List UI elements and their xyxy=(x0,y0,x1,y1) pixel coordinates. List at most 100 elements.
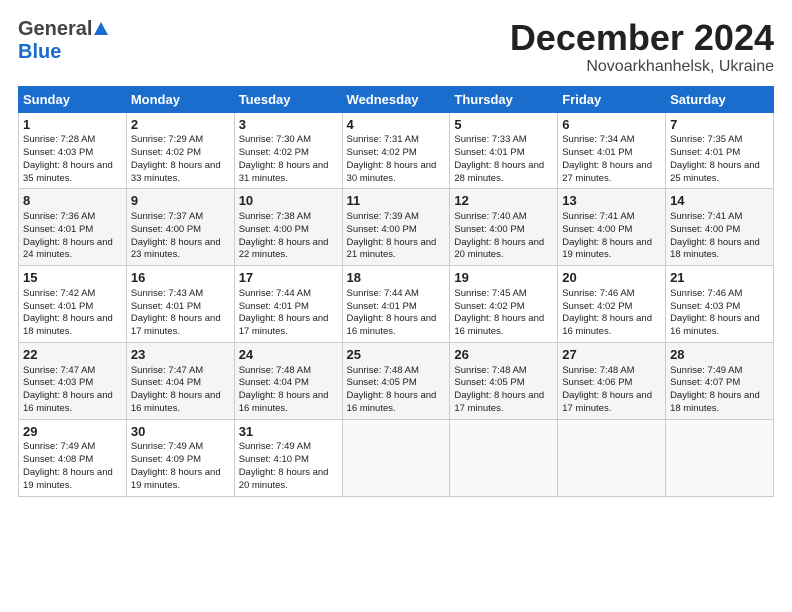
daylight-label: Daylight: 8 hours and 20 minutes. xyxy=(454,237,544,261)
daylight-label: Daylight: 8 hours and 27 minutes. xyxy=(562,160,652,184)
table-row: 23Sunrise: 7:47 AMSunset: 4:04 PM Dayligh… xyxy=(126,342,234,419)
table-row: 20Sunrise: 7:46 AM Sunset: 4:02 PMDayligh… xyxy=(558,266,666,343)
sunset-label: Sunset: 4:01 PM xyxy=(454,147,524,158)
daylight-label: Daylight: 8 hours and 17 minutes. xyxy=(562,390,652,414)
sunset-label: Sunset: 4:04 PM xyxy=(131,377,201,388)
daylight-label: Daylight: 8 hours and 17 minutes. xyxy=(239,313,329,337)
daylight-label: Daylight: 8 hours and 19 minutes. xyxy=(131,467,221,491)
day-number: 10 xyxy=(239,192,338,210)
daylight-label: Daylight: 8 hours and 20 minutes. xyxy=(239,467,329,491)
sunset-label: Sunset: 4:00 PM xyxy=(131,224,201,235)
calendar-table: Sunday Monday Tuesday Wednesday Thursday… xyxy=(18,86,774,497)
day-number: 5 xyxy=(454,116,553,134)
daylight-label: Daylight: 8 hours and 19 minutes. xyxy=(562,237,652,261)
day-number: 20 xyxy=(562,269,661,287)
sunrise-label: Sunrise: 7:34 AM xyxy=(562,134,634,145)
day-number: 8 xyxy=(23,192,122,210)
daylight-label: Daylight: 8 hours and 31 minutes. xyxy=(239,160,329,184)
sunset-label: Sunset: 4:02 PM xyxy=(239,147,309,158)
sunrise-label: Sunrise: 7:48 AM xyxy=(454,365,526,376)
table-row: 16Sunrise: 7:43 AMSunset: 4:01 PMDayligh… xyxy=(126,266,234,343)
col-friday: Friday xyxy=(558,86,666,112)
sunset-label: Sunset: 4:04 PM xyxy=(239,377,309,388)
calendar-week-row: 15Sunrise: 7:42 AM Sunset: 4:01 PM Dayligh… xyxy=(19,266,774,343)
sunrise-label: Sunrise: 7:47 AM xyxy=(131,365,203,376)
table-row: 8Sunrise: 7:36 AMSunset: 4:01 PMDaylight… xyxy=(19,189,127,266)
sunrise-label: Sunrise: 7:49 AM xyxy=(670,365,742,376)
day-number: 11 xyxy=(347,192,446,210)
sunset-label: Sunset: 4:02 PM xyxy=(454,301,524,312)
day-number: 6 xyxy=(562,116,661,134)
sunset-label: Sunset: 4:03 PM xyxy=(670,301,740,312)
table-row: 12Sunrise: 7:40 AM Sunset: 4:00 PM Dayligh… xyxy=(450,189,558,266)
daylight-label: Daylight: 8 hours and 18 minutes. xyxy=(23,313,113,337)
sunrise-label: Sunrise: 7:29 AM xyxy=(131,134,203,145)
sunset-label: Sunset: 4:00 PM xyxy=(454,224,524,235)
table-row: 19Sunrise: 7:45 AMSunset: 4:02 PMDayligh… xyxy=(450,266,558,343)
table-row: 10Sunrise: 7:38 AMSunset: 4:00 PMDayligh… xyxy=(234,189,342,266)
table-row: 5Sunrise: 7:33 AMSunset: 4:01 PMDaylight… xyxy=(450,112,558,189)
sunrise-label: Sunrise: 7:30 AM xyxy=(239,134,311,145)
title-area: December 2024 Novoarkhanhelsk, Ukraine xyxy=(510,18,774,76)
calendar-week-row: 1Sunrise: 7:28 AMSunset: 4:03 PMDaylight… xyxy=(19,112,774,189)
sunset-label: Sunset: 4:08 PM xyxy=(23,454,93,465)
sunrise-label: Sunrise: 7:40 AM xyxy=(454,211,526,222)
sunrise-label: Sunrise: 7:46 AM xyxy=(562,288,634,299)
sunrise-label: Sunrise: 7:47 AM xyxy=(23,365,95,376)
col-sunday: Sunday xyxy=(19,86,127,112)
sunset-label: Sunset: 4:01 PM xyxy=(562,147,632,158)
day-number: 4 xyxy=(347,116,446,134)
sunrise-label: Sunrise: 7:35 AM xyxy=(670,134,742,145)
day-number: 27 xyxy=(562,346,661,364)
table-row: 18Sunrise: 7:44 AMSunset: 4:01 PMDayligh… xyxy=(342,266,450,343)
day-number: 16 xyxy=(131,269,230,287)
day-number: 12 xyxy=(454,192,553,210)
sunrise-label: Sunrise: 7:37 AM xyxy=(131,211,203,222)
table-row: 27Sunrise: 7:48 AMSunset: 4:06 PMDayligh… xyxy=(558,342,666,419)
day-number: 18 xyxy=(347,269,446,287)
daylight-label: Daylight: 8 hours and 22 minutes. xyxy=(239,237,329,261)
table-row: 21Sunrise: 7:46 AMSunset: 4:03 PMDayligh… xyxy=(666,266,774,343)
sunset-label: Sunset: 4:02 PM xyxy=(562,301,632,312)
table-row: 26Sunrise: 7:48 AMSunset: 4:05 PMDayligh… xyxy=(450,342,558,419)
sunrise-label: Sunrise: 7:36 AM xyxy=(23,211,95,222)
daylight-label: Daylight: 8 hours and 16 minutes. xyxy=(454,313,544,337)
sunset-label: Sunset: 4:07 PM xyxy=(670,377,740,388)
sunrise-label: Sunrise: 7:48 AM xyxy=(239,365,311,376)
day-number: 9 xyxy=(131,192,230,210)
sunrise-label: Sunrise: 7:42 AM xyxy=(23,288,95,299)
table-row: 9Sunrise: 7:37 AMSunset: 4:00 PMDaylight… xyxy=(126,189,234,266)
sunrise-label: Sunrise: 7:41 AM xyxy=(670,211,742,222)
sunset-label: Sunset: 4:01 PM xyxy=(347,301,417,312)
table-row: 1Sunrise: 7:28 AMSunset: 4:03 PMDaylight… xyxy=(19,112,127,189)
sunset-label: Sunset: 4:01 PM xyxy=(23,224,93,235)
day-number: 15 xyxy=(23,269,122,287)
daylight-label: Daylight: 8 hours and 25 minutes. xyxy=(670,160,760,184)
page: General Blue December 2024 Novoarkhanhel… xyxy=(0,0,792,612)
table-row: 7Sunrise: 7:35 AMSunset: 4:01 PMDaylight… xyxy=(666,112,774,189)
day-number: 24 xyxy=(239,346,338,364)
table-row xyxy=(666,419,774,496)
day-number: 31 xyxy=(239,423,338,441)
logo: General Blue xyxy=(18,18,108,64)
table-row: 30Sunrise: 7:49 AMSunset: 4:09 PMDayligh… xyxy=(126,419,234,496)
table-row: 24Sunrise: 7:48 AMSunset: 4:04 PMDayligh… xyxy=(234,342,342,419)
day-number: 1 xyxy=(23,116,122,134)
sunset-label: Sunset: 4:00 PM xyxy=(670,224,740,235)
daylight-label: Daylight: 8 hours and 16 minutes. xyxy=(131,390,221,414)
day-number: 23 xyxy=(131,346,230,364)
table-row: 17Sunrise: 7:44 AMSunset: 4:01 PMDayligh… xyxy=(234,266,342,343)
table-row: 28Sunrise: 7:49 AMSunset: 4:07 PMDayligh… xyxy=(666,342,774,419)
day-number: 17 xyxy=(239,269,338,287)
sunrise-label: Sunrise: 7:49 AM xyxy=(131,441,203,452)
day-number: 25 xyxy=(347,346,446,364)
day-number: 14 xyxy=(670,192,769,210)
calendar-week-row: 8Sunrise: 7:36 AM Sunset: 4:01 PM Daylight… xyxy=(19,189,774,266)
day-number: 7 xyxy=(670,116,769,134)
day-number: 29 xyxy=(23,423,122,441)
sunset-label: Sunset: 4:09 PM xyxy=(131,454,201,465)
sunrise-label: Sunrise: 7:41 AM xyxy=(562,211,634,222)
daylight-label: Daylight: 8 hours and 16 minutes. xyxy=(562,313,652,337)
table-row xyxy=(342,419,450,496)
sunset-label: Sunset: 4:05 PM xyxy=(347,377,417,388)
